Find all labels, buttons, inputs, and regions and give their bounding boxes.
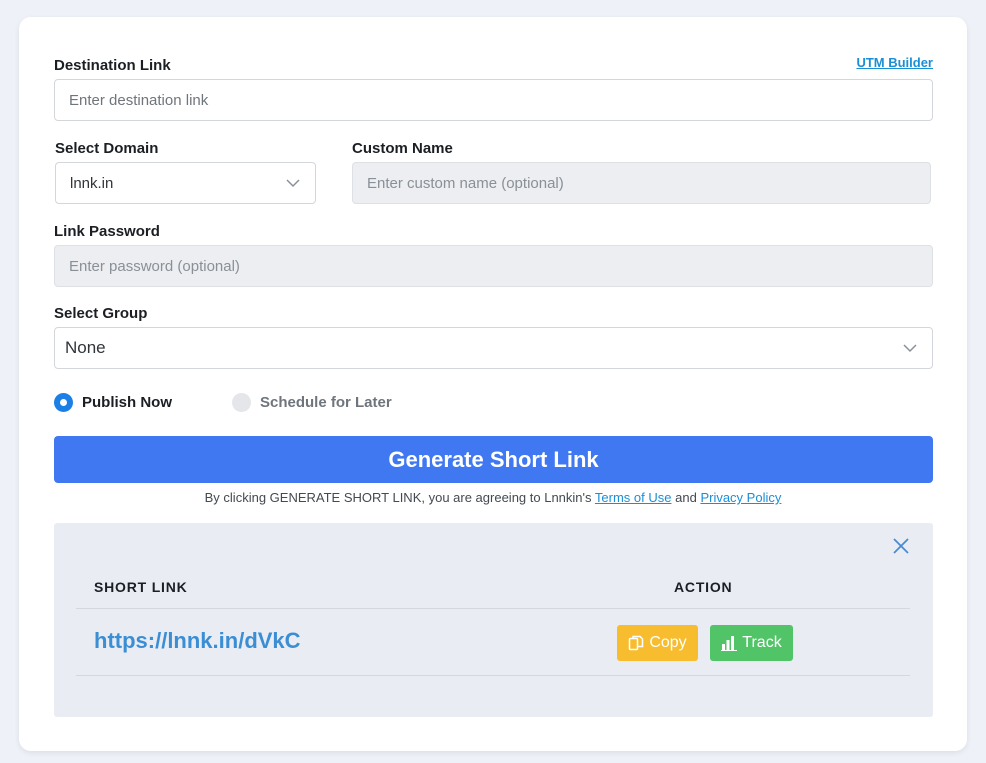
- link-password-placeholder: Enter password (optional): [69, 257, 240, 275]
- header-divider: [76, 608, 910, 609]
- destination-link-placeholder: Enter destination link: [69, 91, 209, 109]
- track-button-label: Track: [742, 634, 782, 651]
- short-link-column-header: SHORT LINK: [94, 579, 188, 595]
- copy-icon: [629, 635, 644, 651]
- terms-and: and: [675, 490, 697, 505]
- domain-select-value: lnnk.in: [70, 174, 114, 192]
- select-domain-label: Select Domain: [55, 140, 159, 157]
- link-password-label: Link Password: [54, 223, 160, 240]
- terms-notice: By clicking GENERATE SHORT LINK, you are…: [19, 490, 967, 505]
- short-link-result-panel: SHORT LINK ACTION https://lnnk.in/dVkC C…: [54, 523, 933, 717]
- shorten-link-card: Destination Link UTM Builder Enter desti…: [19, 17, 967, 751]
- close-icon[interactable]: [892, 537, 910, 555]
- publish-now-radio[interactable]: Publish Now: [54, 393, 172, 412]
- custom-name-placeholder: Enter custom name (optional): [367, 174, 564, 192]
- copy-button[interactable]: Copy: [617, 625, 698, 661]
- copy-button-label: Copy: [649, 634, 687, 651]
- bar-chart-icon: [721, 636, 738, 651]
- radio-unselected-icon: [232, 393, 251, 412]
- terms-prefix: By clicking GENERATE SHORT LINK, you are…: [204, 490, 592, 505]
- utm-builder-link[interactable]: UTM Builder: [856, 55, 933, 70]
- generate-short-link-button[interactable]: Generate Short Link: [54, 436, 933, 483]
- group-select[interactable]: None: [54, 327, 933, 369]
- custom-name-label: Custom Name: [352, 140, 453, 157]
- schedule-later-label: Schedule for Later: [260, 394, 392, 411]
- destination-link-label: Destination Link: [54, 57, 171, 74]
- select-group-label: Select Group: [54, 305, 148, 322]
- row-divider: [76, 675, 910, 676]
- schedule-later-radio[interactable]: Schedule for Later: [232, 393, 392, 412]
- radio-selected-icon: [54, 393, 73, 412]
- chevron-down-icon: [286, 179, 300, 188]
- destination-link-input[interactable]: Enter destination link: [54, 79, 933, 121]
- link-password-input[interactable]: Enter password (optional): [54, 245, 933, 287]
- terms-of-use-link[interactable]: Terms of Use: [595, 490, 672, 505]
- privacy-policy-link[interactable]: Privacy Policy: [700, 490, 781, 505]
- action-column-header: ACTION: [674, 579, 733, 595]
- domain-select[interactable]: lnnk.in: [55, 162, 316, 204]
- group-select-value: None: [65, 338, 106, 357]
- track-button[interactable]: Track: [710, 625, 793, 661]
- short-link-url[interactable]: https://lnnk.in/dVkC: [94, 628, 301, 654]
- chevron-down-icon: [903, 344, 917, 353]
- publish-now-label: Publish Now: [82, 394, 172, 411]
- custom-name-input[interactable]: Enter custom name (optional): [352, 162, 931, 204]
